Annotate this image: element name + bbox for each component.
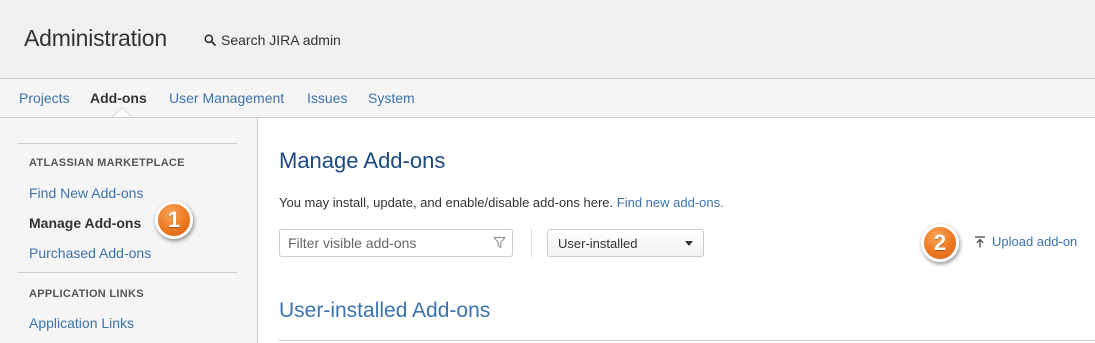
description-text: You may install, update, and enable/disa… xyxy=(279,195,614,210)
sidebar-divider xyxy=(18,272,237,273)
page-title: Manage Add-ons xyxy=(279,148,446,173)
sidebar-item-application-links[interactable]: Application Links xyxy=(29,315,134,331)
admin-nav: Projects Add-ons User Management Issues … xyxy=(0,79,1095,118)
sidebar-item-manage-add-ons[interactable]: Manage Add-ons xyxy=(29,215,141,231)
upload-add-on-link[interactable]: Upload add-on xyxy=(974,234,1077,249)
callout-badge-1: 1 xyxy=(155,201,193,239)
section-divider xyxy=(279,340,1095,341)
admin-header: Administration Search JIRA admin xyxy=(0,0,1095,79)
active-tab-pointer xyxy=(113,108,131,117)
tab-add-ons[interactable]: Add-ons xyxy=(90,90,147,106)
section-title-user-installed: User-installed Add-ons xyxy=(279,299,491,322)
chevron-down-icon xyxy=(685,241,693,246)
sidebar-heading-marketplace: ATLASSIAN MARKETPLACE xyxy=(29,157,185,169)
upload-icon xyxy=(975,235,985,247)
tab-issues[interactable]: Issues xyxy=(307,90,347,106)
add-on-type-select-value: User-installed xyxy=(558,236,638,251)
upload-add-on-label: Upload add-on xyxy=(992,234,1078,249)
toolbar-divider xyxy=(531,229,532,257)
admin-sidebar: ATLASSIAN MARKETPLACE Find New Add-ons M… xyxy=(0,118,258,343)
page-description: You may install, update, and enable/disa… xyxy=(279,195,724,210)
page-header-title: Administration xyxy=(24,25,167,51)
admin-search[interactable]: Search JIRA admin xyxy=(204,31,341,49)
sidebar-item-purchased-add-ons[interactable]: Purchased Add-ons xyxy=(29,245,151,261)
find-new-add-ons-link[interactable]: Find new add-ons. xyxy=(617,195,724,210)
search-label: Search JIRA admin xyxy=(221,32,341,48)
filter-add-ons-input[interactable] xyxy=(279,229,513,257)
search-icon xyxy=(204,34,216,46)
sidebar-item-find-new-add-ons[interactable]: Find New Add-ons xyxy=(29,185,143,201)
sidebar-divider xyxy=(18,143,237,144)
callout-badge-2: 2 xyxy=(921,224,959,262)
tab-system[interactable]: System xyxy=(368,90,415,106)
add-on-type-select[interactable]: User-installed xyxy=(547,229,704,257)
sidebar-heading-application-links: APPLICATION LINKS xyxy=(29,288,144,300)
filter-icon xyxy=(493,236,506,249)
tab-user-management[interactable]: User Management xyxy=(169,90,284,106)
tab-projects[interactable]: Projects xyxy=(19,90,70,106)
